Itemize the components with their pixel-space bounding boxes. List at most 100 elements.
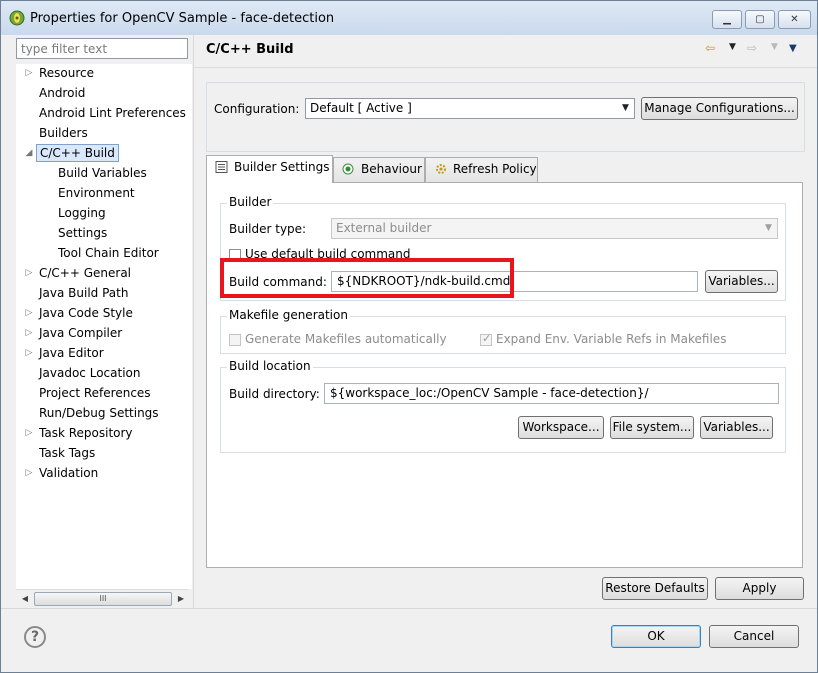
tree-item-label: Java Build Path (39, 286, 129, 300)
tree-collapsed-icon[interactable]: ▷ (24, 264, 34, 282)
tree-item[interactable]: Android (16, 84, 192, 102)
maximize-icon: ▢ (755, 14, 765, 25)
header-separator (194, 67, 817, 68)
minimize-icon: ▁ (723, 14, 731, 25)
tree-item-label: Environment (58, 186, 135, 200)
tree-item-label: C/C++ General (39, 266, 132, 280)
maximize-button[interactable]: ▢ (745, 10, 775, 29)
tree-collapsed-icon[interactable]: ▷ (24, 464, 34, 482)
tree-item-label: Run/Debug Settings (39, 406, 159, 420)
radio-icon (342, 163, 354, 174)
sash[interactable] (193, 35, 194, 608)
tab-refresh-policy[interactable]: Refresh Policy (425, 157, 538, 182)
tree-item-label: Build Variables (58, 166, 147, 180)
tree-collapsed-icon[interactable]: ▷ (24, 344, 34, 362)
tab-label: Builder Settings (234, 160, 330, 174)
help-icon[interactable]: ? (24, 626, 46, 648)
tree-horizontal-scrollbar[interactable]: ◀ III ▶ (16, 589, 188, 607)
view-menu-icon[interactable]: ▼ (789, 43, 797, 54)
workspace-button[interactable]: Workspace... (518, 416, 604, 439)
tab-builder-settings[interactable]: Builder Settings (206, 155, 333, 183)
location-variables-button[interactable]: Variables... (700, 416, 773, 439)
tree-item[interactable]: Builders (16, 124, 192, 142)
chevron-down-icon: ▼ (765, 223, 772, 233)
tree-item[interactable]: Environment (16, 184, 192, 202)
back-arrow-icon[interactable]: ⇦ (705, 41, 715, 55)
build-directory-value: ${workspace_loc:/OpenCV Sample - face-de… (330, 386, 649, 400)
builder-type-label: Builder type: (229, 222, 307, 236)
footer-separator (1, 608, 817, 609)
tree-collapsed-icon[interactable]: ▷ (24, 64, 34, 82)
tree-item[interactable]: Run/Debug Settings (16, 404, 192, 422)
forward-menu-chevron-icon[interactable]: ▼ (771, 42, 778, 52)
scroll-thumb[interactable]: III (34, 592, 172, 606)
build-location-group: Build location Build directory: ${worksp… (220, 359, 786, 453)
tree-item[interactable]: ▷ Java Compiler (16, 324, 192, 342)
tree-item[interactable]: Logging (16, 204, 192, 222)
scroll-left-icon[interactable]: ◀ (18, 592, 32, 605)
properties-dialog: Properties for OpenCV Sample - face-dete… (0, 0, 818, 673)
title-bar: Properties for OpenCV Sample - face-dete… (1, 1, 817, 35)
expand-env-refs-label[interactable]: Expand Env. Variable Refs in Makefiles (496, 332, 726, 346)
configuration-combo[interactable]: Default [ Active ] ▼ (305, 98, 635, 119)
tree-item-label: Logging (58, 206, 106, 220)
chevron-down-icon: ▼ (622, 103, 629, 113)
scroll-right-icon[interactable]: ▶ (174, 592, 188, 605)
tree-item[interactable]: Javadoc Location (16, 364, 192, 382)
tree-item[interactable]: Tool Chain Editor (16, 244, 192, 262)
configuration-value: Default [ Active ] (310, 101, 412, 115)
highlight-box (220, 258, 514, 298)
build-directory-label: Build directory: (229, 387, 320, 401)
tree-item[interactable]: ▷ Validation (16, 464, 192, 482)
back-menu-chevron-icon[interactable]: ▼ (729, 42, 736, 52)
tree-item-label: Android Lint Preferences (39, 106, 186, 120)
tree-item-label: Task Tags (39, 446, 96, 460)
restore-defaults-button[interactable]: Restore Defaults (602, 577, 708, 600)
tree-item[interactable]: Java Build Path (16, 284, 192, 302)
tree-item[interactable]: ▷ Resource (16, 64, 192, 82)
minimize-button[interactable]: ▁ (712, 10, 742, 29)
builder-settings-panel: Builder Builder type: External builder ▼… (206, 182, 803, 568)
builder-variables-button[interactable]: Variables... (705, 270, 778, 293)
property-tree: ▷ Resource Android Android Lint Preferences… (16, 64, 192, 589)
tree-item[interactable]: Android Lint Preferences (16, 104, 192, 122)
ok-button[interactable]: OK (611, 625, 701, 648)
expand-env-refs-checkbox[interactable] (480, 332, 492, 346)
tree-item-label: Builders (39, 126, 88, 140)
file-system-button[interactable]: File system... (610, 416, 694, 439)
tab-label: Behaviour (361, 162, 422, 176)
page-navigation: ⇦ ▼ ⇨ ▼ ▼ (705, 41, 805, 57)
tree-item[interactable]: ▷ Java Code Style (16, 304, 192, 322)
tree-item[interactable]: ▷ C/C++ General (16, 264, 192, 282)
tree-item-label: Java Compiler (39, 326, 123, 340)
tree-expanded-icon[interactable]: ◢ (24, 144, 34, 162)
sidebar: ▷ Resource Android Android Lint Preferences… (10, 35, 193, 608)
build-directory-input[interactable]: ${workspace_loc:/OpenCV Sample - face-de… (324, 383, 779, 404)
tree-item[interactable]: Task Tags (16, 444, 192, 462)
tree-collapsed-icon[interactable]: ▷ (24, 324, 34, 342)
generate-makefiles-label[interactable]: Generate Makefiles automatically (245, 332, 447, 346)
tree-item[interactable]: ◢ C/C++ Build (16, 144, 192, 162)
apply-button[interactable]: Apply (715, 577, 804, 600)
eclipse-project-icon (9, 10, 25, 26)
forward-arrow-icon[interactable]: ⇨ (747, 41, 757, 55)
makefile-generation-group: Makefile generation Generate Makefiles a… (220, 308, 786, 354)
tree-collapsed-icon[interactable]: ▷ (24, 304, 34, 322)
filter-input[interactable] (16, 38, 188, 59)
tree-item[interactable]: Project References (16, 384, 192, 402)
tree-item-label: Java Editor (39, 346, 104, 360)
close-button[interactable]: ✕ (778, 10, 811, 29)
manage-configurations-button[interactable]: Manage Configurations... (641, 97, 798, 120)
tree-item[interactable]: ▷ Java Editor (16, 344, 192, 362)
tree-collapsed-icon[interactable]: ▷ (24, 424, 34, 442)
tree-item-label: Resource (39, 66, 95, 80)
tree-item[interactable]: Build Variables (16, 164, 192, 182)
builder-type-combo[interactable]: External builder ▼ (331, 218, 778, 239)
cancel-button[interactable]: Cancel (709, 625, 799, 648)
page-title: C/C++ Build (206, 42, 294, 57)
generate-makefiles-checkbox[interactable] (229, 334, 241, 346)
tree-item-label: Task Repository (39, 426, 133, 440)
tree-item[interactable]: Settings (16, 224, 192, 242)
tab-behaviour[interactable]: Behaviour (333, 157, 425, 182)
tree-item[interactable]: ▷ Task Repository (16, 424, 192, 442)
